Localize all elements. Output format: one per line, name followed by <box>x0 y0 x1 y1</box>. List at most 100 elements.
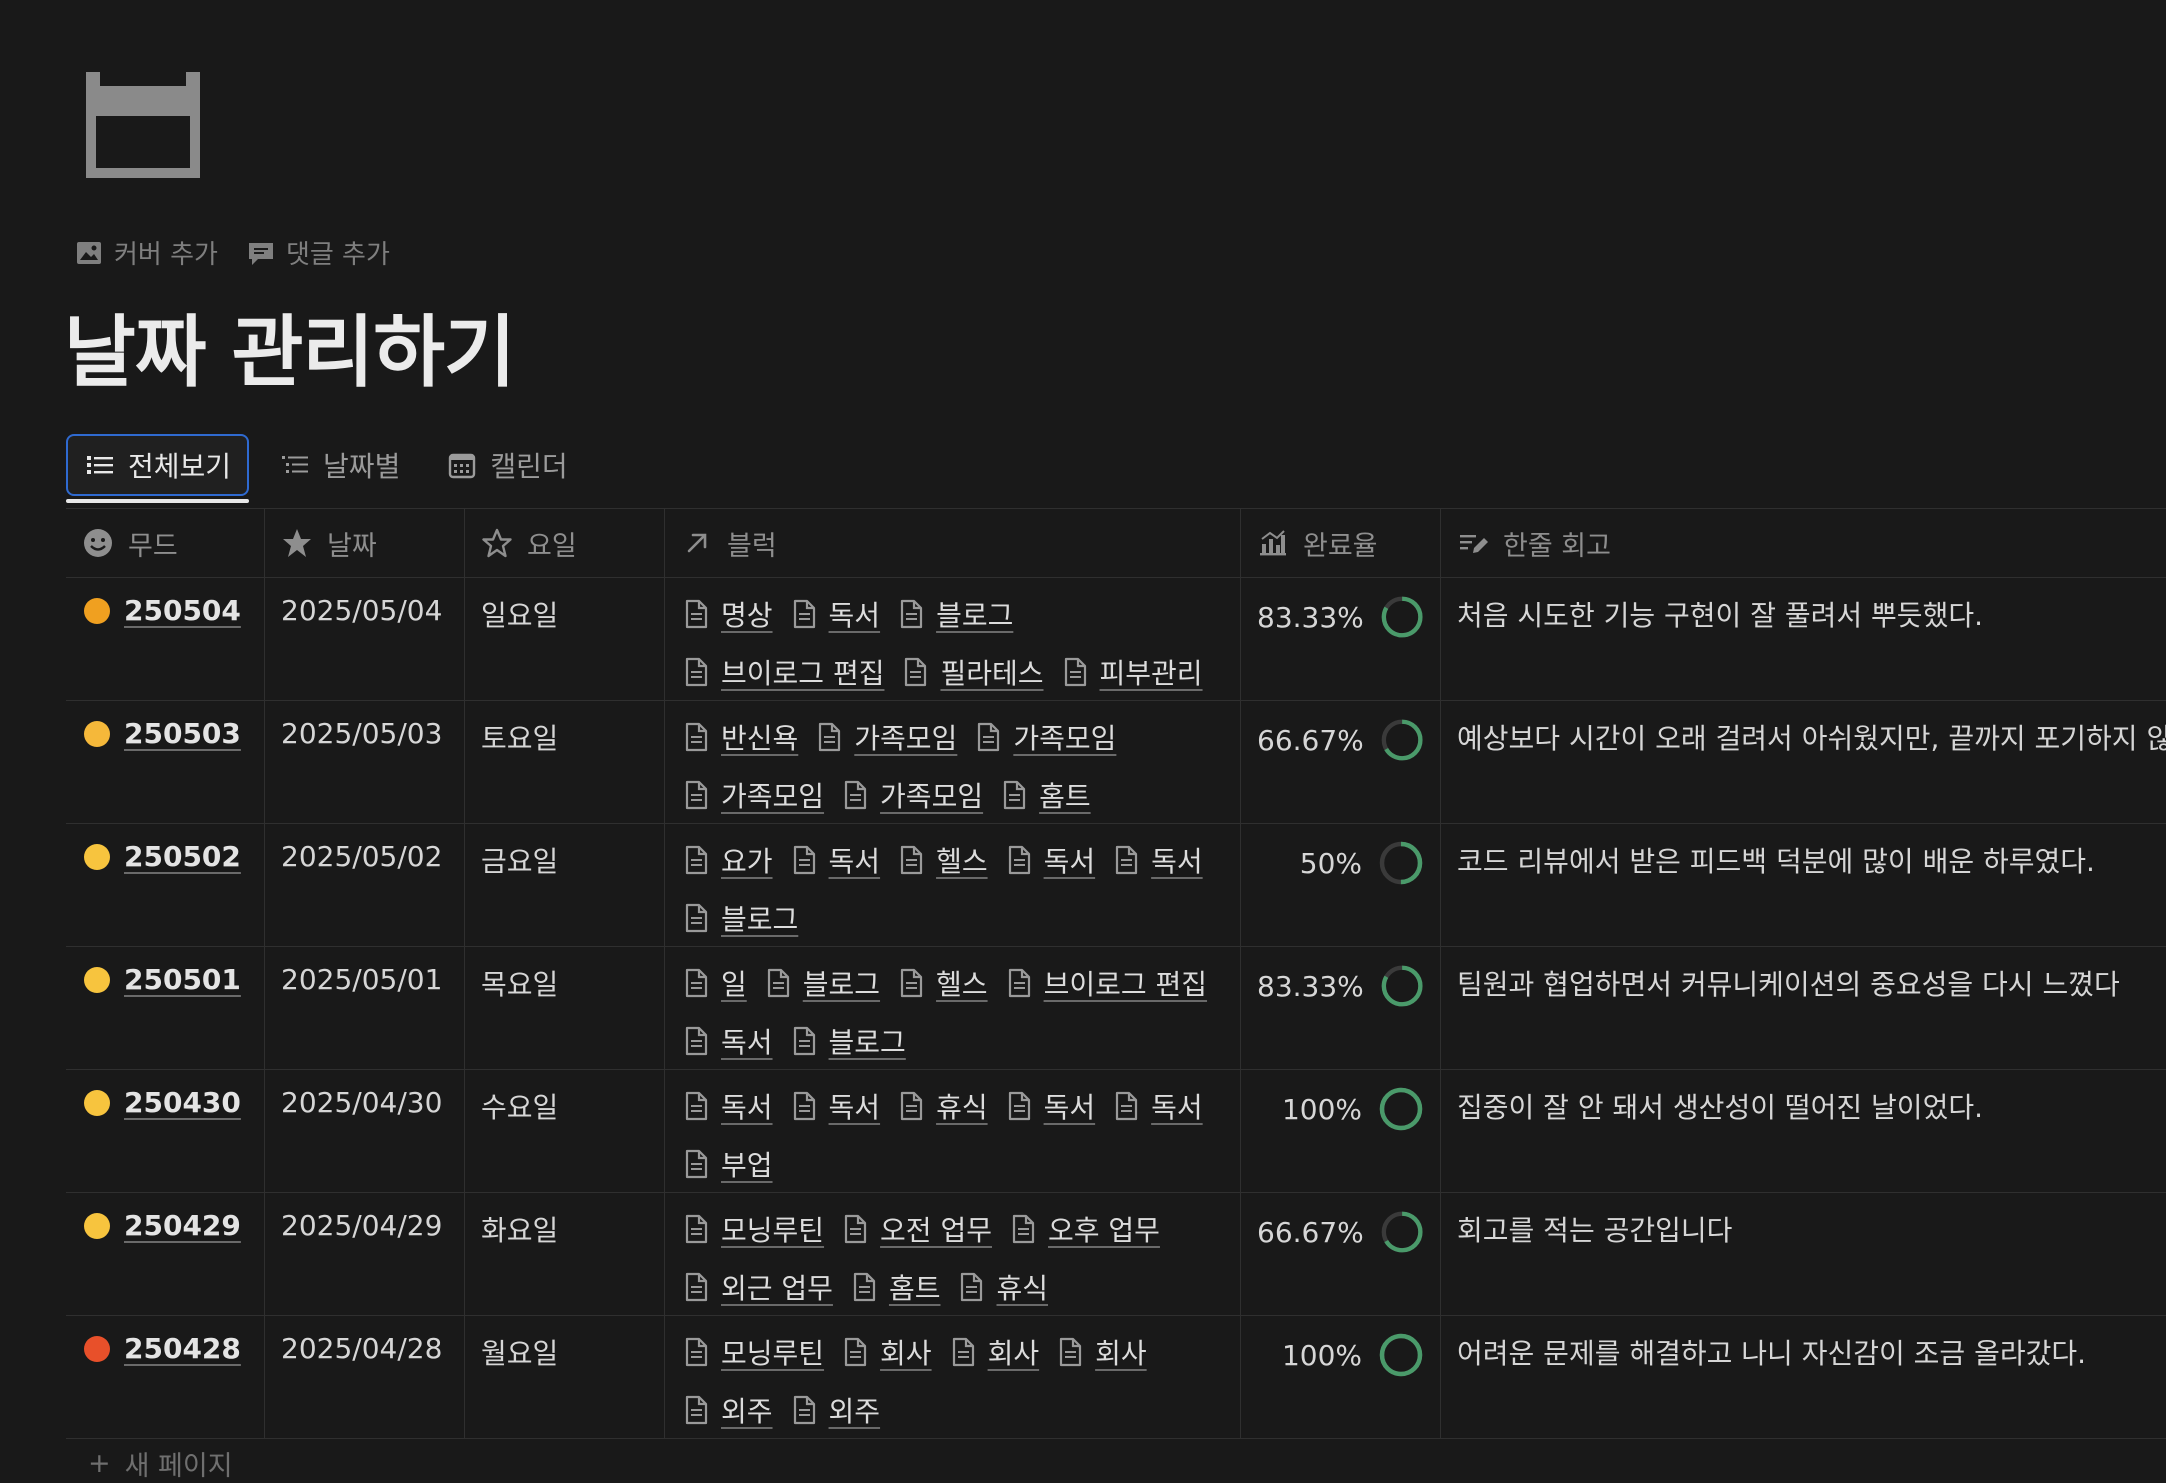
page-title[interactable]: 날짜 관리하기 <box>64 290 516 402</box>
block-link[interactable]: 회사 <box>948 1332 1039 1372</box>
block-link[interactable]: 회사 <box>1055 1332 1147 1372</box>
block-link[interactable]: 회사 <box>840 1332 932 1372</box>
new-page-button[interactable]: + 새 페이지 <box>88 1444 233 1483</box>
block-link[interactable]: 외주 <box>681 1390 773 1430</box>
memo-cell[interactable]: 집중이 잘 안 돼서 생산성이 떨어진 날이었다. <box>1441 1070 2166 1192</box>
block-link[interactable]: 반신욕 <box>681 717 798 757</box>
block-link[interactable]: 외주 <box>789 1390 880 1430</box>
mood-cell[interactable]: 250502 <box>66 824 265 946</box>
block-link[interactable]: 독서 <box>681 1021 773 1061</box>
mood-cell[interactable]: 250428 <box>66 1316 265 1438</box>
day-cell[interactable]: 목요일 <box>465 947 665 1069</box>
date-cell[interactable]: 2025/04/28 <box>265 1316 465 1438</box>
rate-cell[interactable]: 83.33% <box>1241 947 1441 1069</box>
rate-cell[interactable]: 100% <box>1241 1070 1441 1192</box>
blocks-cell[interactable]: 요가 독서 헬스 독서 독서블로그 <box>665 824 1241 946</box>
mood-cell[interactable]: 250501 <box>66 947 265 1069</box>
block-link[interactable]: 홈트 <box>999 775 1091 815</box>
block-link[interactable]: 독서 <box>1004 840 1095 880</box>
block-link[interactable]: 오전 업무 <box>840 1209 992 1249</box>
block-link[interactable]: 독서 <box>789 1086 880 1126</box>
date-cell[interactable]: 2025/04/29 <box>265 1193 465 1315</box>
memo-cell[interactable]: 코드 리뷰에서 받은 피드백 덕분에 많이 배운 하루였다. <box>1441 824 2166 946</box>
block-link[interactable]: 가족모임 <box>973 717 1116 757</box>
row-title-link[interactable]: 250429 <box>124 1209 241 1242</box>
date-cell[interactable]: 2025/04/30 <box>265 1070 465 1192</box>
block-link[interactable]: 명상 <box>681 594 773 634</box>
tab-by-date[interactable]: 날짜별 <box>263 434 416 496</box>
memo-cell[interactable]: 어려운 문제를 해결하고 나니 자신감이 조금 올라갔다. <box>1441 1316 2166 1438</box>
column-header-rate[interactable]: 완료율 <box>1241 509 1441 577</box>
date-cell[interactable]: 2025/05/02 <box>265 824 465 946</box>
block-link[interactable]: 가족모임 <box>681 775 824 815</box>
memo-cell[interactable]: 팀원과 협업하면서 커뮤니케이션의 중요성을 다시 느꼈다 <box>1441 947 2166 1069</box>
blocks-cell[interactable]: 일 블로그 헬스 브이로그 편집 독서 블로그 <box>665 947 1241 1069</box>
table-row[interactable]: 250504 2025/05/04 일요일 명상 독서 블로그브이로그 편집 필라테스 피부관… <box>66 578 2166 701</box>
date-cell[interactable]: 2025/05/04 <box>265 578 465 700</box>
add-comment-button[interactable]: 댓글 추가 <box>246 234 390 271</box>
block-link[interactable]: 필라테스 <box>900 652 1044 692</box>
column-header-blocks[interactable]: 블럭 <box>665 509 1241 577</box>
rate-cell[interactable]: 66.67% <box>1241 1193 1441 1315</box>
block-link[interactable]: 독서 <box>681 1086 773 1126</box>
block-link[interactable]: 독서 <box>1004 1086 1095 1126</box>
blocks-cell[interactable]: 모닝루틴 오전 업무 오후 업무 외근 업무 홈트 휴식 <box>665 1193 1241 1315</box>
block-link[interactable]: 독서 <box>1111 840 1203 880</box>
table-row[interactable]: 250430 2025/04/30 수요일 독서 독서 휴식 독서 독서 부업 100% 집중이 잘… <box>66 1070 2166 1193</box>
memo-cell[interactable]: 회고를 적는 공간입니다 <box>1441 1193 2166 1315</box>
memo-cell[interactable]: 예상보다 시간이 오래 걸려서 아쉬웠지만, 끝까지 포기하지 않았다 <box>1441 701 2166 823</box>
rate-cell[interactable]: 83.33% <box>1241 578 1441 700</box>
tab-calendar[interactable]: 캘린더 <box>430 434 583 496</box>
table-row[interactable]: 250501 2025/05/01 목요일 일 블로그 헬스 브이로그 편집 독서 블로그 83.… <box>66 947 2166 1070</box>
block-link[interactable]: 모닝루틴 <box>681 1332 824 1372</box>
calendar-icon[interactable] <box>80 62 206 188</box>
blocks-cell[interactable]: 명상 독서 블로그브이로그 편집 필라테스 피부관리 <box>665 578 1241 700</box>
block-link[interactable]: 독서 <box>789 594 880 634</box>
row-title-link[interactable]: 250501 <box>124 963 241 996</box>
block-link[interactable]: 브이로그 편집 <box>681 652 884 692</box>
mood-cell[interactable]: 250429 <box>66 1193 265 1315</box>
row-title-link[interactable]: 250430 <box>124 1086 241 1119</box>
mood-cell[interactable]: 250503 <box>66 701 265 823</box>
mood-cell[interactable]: 250504 <box>66 578 265 700</box>
block-link[interactable]: 피부관리 <box>1060 652 1203 692</box>
block-link[interactable]: 휴식 <box>896 1086 988 1126</box>
block-link[interactable]: 독서 <box>789 840 880 880</box>
block-link[interactable]: 블로그 <box>789 1021 906 1061</box>
block-link[interactable]: 블로그 <box>681 898 798 938</box>
block-link[interactable]: 독서 <box>1111 1086 1203 1126</box>
blocks-cell[interactable]: 반신욕 가족모임 가족모임 가족모임 가족모임 홈트 <box>665 701 1241 823</box>
block-link[interactable]: 요가 <box>681 840 773 880</box>
table-row[interactable]: 250503 2025/05/03 토요일 반신욕 가족모임 가족모임 가족모임 가족모임 홈트… <box>66 701 2166 824</box>
block-link[interactable]: 가족모임 <box>840 775 983 815</box>
row-title-link[interactable]: 250428 <box>124 1332 241 1365</box>
block-link[interactable]: 헬스 <box>896 963 988 1003</box>
column-header-mood[interactable]: 무드 <box>66 509 265 577</box>
column-header-date[interactable]: 날짜 <box>265 509 465 577</box>
block-link[interactable]: 부업 <box>681 1144 773 1184</box>
row-title-link[interactable]: 250504 <box>124 594 241 627</box>
mood-cell[interactable]: 250430 <box>66 1070 265 1192</box>
date-cell[interactable]: 2025/05/01 <box>265 947 465 1069</box>
blocks-cell[interactable]: 독서 독서 휴식 독서 독서부업 <box>665 1070 1241 1192</box>
day-cell[interactable]: 월요일 <box>465 1316 665 1438</box>
add-cover-button[interactable]: 커버 추가 <box>74 234 218 271</box>
memo-cell[interactable]: 처음 시도한 기능 구현이 잘 풀려서 뿌듯했다. <box>1441 578 2166 700</box>
column-header-memo[interactable]: 한줄 회고 <box>1441 509 2166 577</box>
block-link[interactable]: 홈트 <box>849 1267 940 1307</box>
block-link[interactable]: 가족모임 <box>814 717 957 757</box>
block-link[interactable]: 헬스 <box>896 840 988 880</box>
rate-cell[interactable]: 100% <box>1241 1316 1441 1438</box>
day-cell[interactable]: 화요일 <box>465 1193 665 1315</box>
column-header-day[interactable]: 요일 <box>465 509 665 577</box>
block-link[interactable]: 블로그 <box>896 594 1013 634</box>
day-cell[interactable]: 금요일 <box>465 824 665 946</box>
block-link[interactable]: 일 <box>681 963 747 1003</box>
table-row[interactable]: 250428 2025/04/28 월요일 모닝루틴 회사 회사 회사외주 외주 100% 어려운… <box>66 1316 2166 1439</box>
block-link[interactable]: 브이로그 편집 <box>1004 963 1207 1003</box>
row-title-link[interactable]: 250503 <box>124 717 241 750</box>
day-cell[interactable]: 일요일 <box>465 578 665 700</box>
blocks-cell[interactable]: 모닝루틴 회사 회사 회사외주 외주 <box>665 1316 1241 1438</box>
day-cell[interactable]: 토요일 <box>465 701 665 823</box>
block-link[interactable]: 오후 업무 <box>1008 1209 1160 1249</box>
